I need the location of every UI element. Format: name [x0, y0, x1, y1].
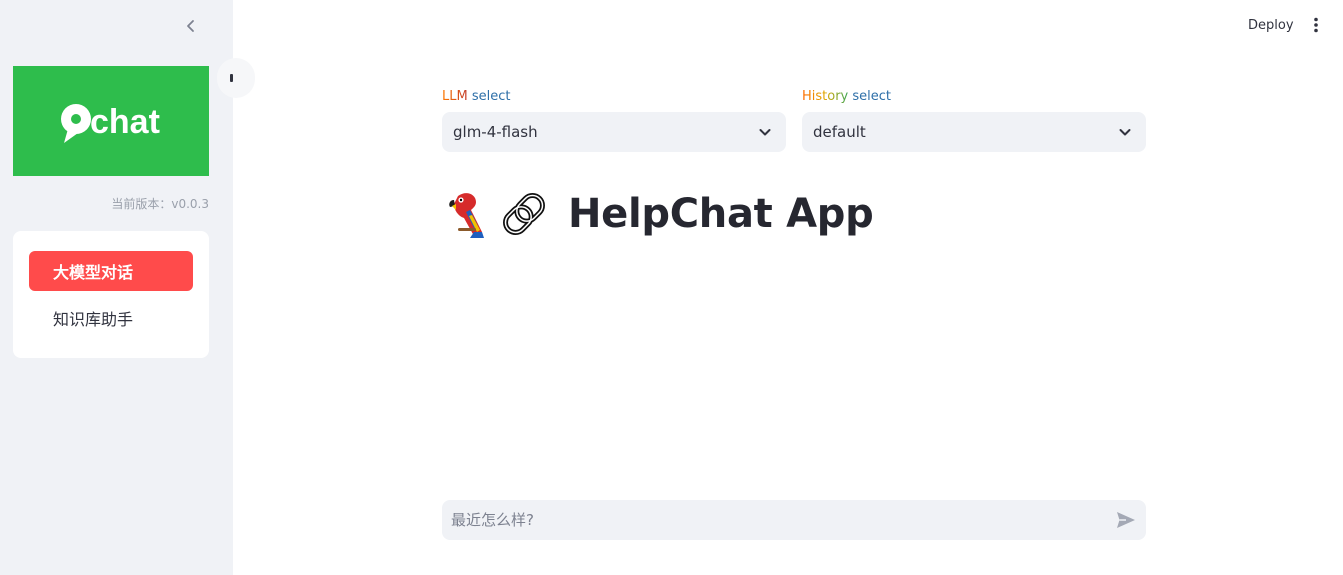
- app-root: chat 当前版本：v0.0.3 大模型对话 知识库助手 Deploy LLM …: [0, 0, 1343, 575]
- select-label-word: select: [852, 89, 892, 104]
- deploy-button[interactable]: Deploy: [1240, 14, 1302, 36]
- link-icon: [503, 193, 545, 235]
- llm-select[interactable]: glm-4-flash: [442, 112, 786, 152]
- sidebar: chat 当前版本：v0.0.3 大模型对话 知识库助手: [0, 0, 233, 575]
- chat-input-container: [442, 500, 1146, 540]
- menu-item-knowledge-base[interactable]: 知识库助手: [29, 298, 193, 338]
- chevron-down-icon: [1119, 129, 1131, 136]
- chat-logo-icon: chat: [61, 103, 160, 143]
- page-title-text: HelpChat App: [568, 191, 874, 237]
- menu-item-llm-chat[interactable]: 大模型对话: [29, 251, 193, 291]
- menu-item-label: 知识库助手: [53, 310, 134, 329]
- history-select-value: default: [813, 123, 866, 141]
- collapse-sidebar-button[interactable]: [180, 14, 202, 38]
- parrot-icon: [449, 193, 484, 238]
- version-label: 当前版本：v0.0.3: [111, 197, 209, 211]
- page-title: HelpChat App: [444, 186, 874, 242]
- sidebar-menu: 大模型对话 知识库助手: [13, 231, 209, 358]
- history-select[interactable]: default: [802, 112, 1146, 152]
- history-label-word: History: [802, 89, 849, 104]
- sidebar-resize-handle[interactable]: [217, 58, 255, 98]
- more-vertical-icon: [1314, 17, 1318, 33]
- menu-item-label: 大模型对话: [53, 263, 134, 282]
- chevron-down-icon: [759, 129, 771, 136]
- llm-select-value: glm-4-flash: [453, 123, 538, 141]
- chat-input[interactable]: [442, 500, 1102, 540]
- grip-icon: [230, 74, 233, 82]
- select-label-word: select: [471, 89, 511, 104]
- main-menu-button[interactable]: [1307, 14, 1325, 36]
- logo-text: chat: [90, 103, 160, 141]
- history-select-label: History select: [802, 89, 891, 104]
- app-logo: chat: [13, 66, 209, 176]
- send-button[interactable]: [1114, 509, 1138, 531]
- llm-select-label: LLM select: [442, 89, 510, 104]
- llm-label-word: LLM: [442, 89, 468, 104]
- send-icon: [1117, 512, 1135, 528]
- chevron-left-icon: [187, 20, 194, 32]
